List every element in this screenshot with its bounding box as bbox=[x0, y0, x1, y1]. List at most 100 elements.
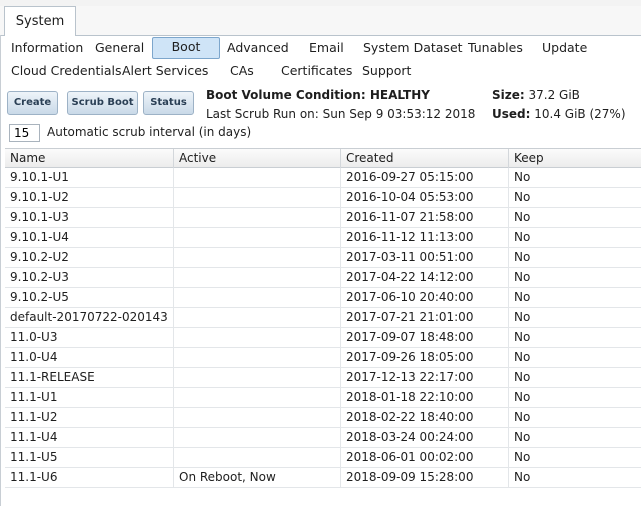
cell-name: 9.10.2-U5 bbox=[5, 288, 174, 307]
cell-created: 2016-10-04 05:53:00 bbox=[341, 188, 509, 207]
cell-created: 2018-01-18 22:10:00 bbox=[341, 388, 509, 407]
table-row[interactable]: 9.10.1-U1 2016-09-27 05:15:00 No bbox=[5, 168, 641, 188]
boot-volume-condition: Boot Volume Condition: HEALTHY bbox=[206, 88, 430, 102]
subtab-general[interactable]: General bbox=[95, 38, 144, 58]
table-row[interactable]: 9.10.1-U2 2016-10-04 05:53:00 No bbox=[5, 188, 641, 208]
subtab-system-dataset[interactable]: System Dataset bbox=[363, 38, 463, 58]
cell-active bbox=[174, 388, 341, 407]
condition-label: Boot Volume Condition: bbox=[206, 88, 366, 102]
cell-active bbox=[174, 168, 341, 187]
size-info: Size: 37.2 GiB bbox=[492, 88, 580, 102]
subtab-information[interactable]: Information bbox=[11, 38, 83, 58]
table-row[interactable]: 9.10.2-U3 2017-04-22 14:12:00 No bbox=[5, 268, 641, 288]
cell-name: 11.1-U5 bbox=[5, 448, 174, 467]
cell-active bbox=[174, 308, 341, 327]
table-row[interactable]: 9.10.2-U2 2017-03-11 00:51:00 No bbox=[5, 248, 641, 268]
cell-created: 2016-11-07 21:58:00 bbox=[341, 208, 509, 227]
used-value: 10.4 GiB (27%) bbox=[534, 107, 626, 121]
used-info: Used: 10.4 GiB (27%) bbox=[492, 107, 626, 121]
cell-keep: No bbox=[514, 270, 531, 284]
cell-keep: No bbox=[514, 250, 531, 264]
cell-active bbox=[174, 408, 341, 427]
used-label: Used: bbox=[492, 107, 531, 121]
cell-active bbox=[174, 368, 341, 387]
column-header-active[interactable]: Active bbox=[174, 149, 341, 168]
cell-created: 2017-06-10 20:40:00 bbox=[341, 288, 509, 307]
cell-keep: No bbox=[514, 410, 531, 424]
table-row[interactable]: 9.10.2-U5 2017-06-10 20:40:00 No bbox=[5, 288, 641, 308]
table-row[interactable]: 11.1-U5 2018-06-01 00:02:00 No bbox=[5, 448, 641, 468]
cell-created: 2016-09-27 05:15:00 bbox=[341, 168, 509, 187]
cell-name: 9.10.1-U3 bbox=[5, 208, 174, 227]
scrub-interval-input[interactable] bbox=[9, 124, 40, 142]
size-value: 37.2 GiB bbox=[528, 88, 580, 102]
create-button[interactable]: Create bbox=[7, 91, 58, 115]
cell-created: 2017-12-13 22:17:00 bbox=[341, 368, 509, 387]
subtab-tunables[interactable]: Tunables bbox=[468, 38, 523, 58]
cell-active bbox=[174, 208, 341, 227]
cell-name: 9.10.2-U3 bbox=[5, 268, 174, 287]
cell-created: 2018-09-09 15:28:00 bbox=[341, 468, 509, 487]
cell-active bbox=[174, 328, 341, 347]
table-row[interactable]: 11.1-RELEASE 2017-12-13 22:17:00 No bbox=[5, 368, 641, 388]
cell-keep: No bbox=[514, 330, 531, 344]
table-row[interactable]: 11.1-U6 On Reboot, Now 2018-09-09 15:28:00… bbox=[5, 468, 641, 488]
cell-created: 2018-02-22 18:40:00 bbox=[341, 408, 509, 427]
subtab-alert-services[interactable]: Alert Services bbox=[122, 61, 208, 81]
cell-active bbox=[174, 248, 341, 267]
table-row[interactable]: 9.10.1-U4 2016-11-12 11:13:00 No bbox=[5, 228, 641, 248]
table-row[interactable]: 9.10.1-U3 2016-11-07 21:58:00 No bbox=[5, 208, 641, 228]
cell-name: 9.10.1-U1 bbox=[5, 168, 174, 187]
table-body: 9.10.1-U1 2016-09-27 05:15:00 No 9.10.1-U2 2… bbox=[5, 168, 641, 488]
cell-created: 2017-03-11 00:51:00 bbox=[341, 248, 509, 267]
table-row[interactable]: 11.1-U1 2018-01-18 22:10:00 No bbox=[5, 388, 641, 408]
column-header-created[interactable]: Created bbox=[341, 149, 509, 168]
cell-name: 11.1-U6 bbox=[5, 468, 174, 487]
outer-tab-bar: System bbox=[0, 6, 641, 36]
cell-name: 11.1-U1 bbox=[5, 388, 174, 407]
table-row[interactable]: 11.1-U2 2018-02-22 18:40:00 No bbox=[5, 408, 641, 428]
subtab-support[interactable]: Support bbox=[362, 61, 411, 81]
cell-name: 11.0-U3 bbox=[5, 328, 174, 347]
cell-name: 11.0-U4 bbox=[5, 348, 174, 367]
cell-active bbox=[174, 348, 341, 367]
table-row[interactable]: 11.1-U4 2018-03-24 00:24:00 No bbox=[5, 428, 641, 448]
scrub-boot-button[interactable]: Scrub Boot bbox=[67, 91, 138, 115]
cell-keep: No bbox=[514, 390, 531, 404]
subtab-advanced[interactable]: Advanced bbox=[227, 38, 289, 58]
subtab-cas[interactable]: CAs bbox=[230, 61, 254, 81]
table-row[interactable]: default-20170722-020143 2017-07-21 21:01:… bbox=[5, 308, 641, 328]
boot-environments-table: Name Active Created Keep 9.10.1-U1 2016-0… bbox=[5, 148, 641, 488]
cell-created: 2017-09-26 18:05:00 bbox=[341, 348, 509, 367]
cell-keep: No bbox=[514, 230, 531, 244]
column-header-keep[interactable]: Keep bbox=[509, 149, 641, 168]
cell-active: On Reboot, Now bbox=[174, 468, 341, 487]
cell-name: 11.1-U2 bbox=[5, 408, 174, 427]
table-row[interactable]: 11.0-U4 2017-09-26 18:05:00 No bbox=[5, 348, 641, 368]
subtab-certificates[interactable]: Certificates bbox=[281, 61, 352, 81]
subtab-cloud-credentials[interactable]: Cloud Credentials bbox=[11, 61, 122, 81]
column-header-name[interactable]: Name bbox=[5, 149, 174, 168]
cell-created: 2016-11-12 11:13:00 bbox=[341, 228, 509, 247]
cell-keep: No bbox=[514, 470, 531, 484]
subtab-email[interactable]: Email bbox=[309, 38, 344, 58]
cell-created: 2017-07-21 21:01:00 bbox=[341, 308, 509, 327]
cell-name: 11.1-U4 bbox=[5, 428, 174, 447]
tab-system[interactable]: System bbox=[4, 6, 76, 36]
table-row[interactable]: 11.0-U3 2017-09-07 18:48:00 No bbox=[5, 328, 641, 348]
cell-name: 11.1-RELEASE bbox=[5, 368, 174, 387]
last-scrub-text: Last Scrub Run on: Sun Sep 9 03:53:12 20… bbox=[206, 107, 476, 121]
cell-name: 9.10.1-U2 bbox=[5, 188, 174, 207]
size-label: Size: bbox=[492, 88, 525, 102]
status-button[interactable]: Status bbox=[143, 91, 194, 115]
cell-created: 2017-04-22 14:12:00 bbox=[341, 268, 509, 287]
cell-created: 2017-09-07 18:48:00 bbox=[341, 328, 509, 347]
cell-keep: No bbox=[514, 370, 531, 384]
table-header: Name Active Created Keep bbox=[5, 148, 641, 168]
condition-value: HEALTHY bbox=[369, 88, 430, 102]
subtab-boot[interactable]: Boot bbox=[152, 37, 220, 59]
cell-name: 9.10.2-U2 bbox=[5, 248, 174, 267]
cell-active bbox=[174, 428, 341, 447]
left-border bbox=[0, 35, 1, 506]
subtab-update[interactable]: Update bbox=[542, 38, 587, 58]
